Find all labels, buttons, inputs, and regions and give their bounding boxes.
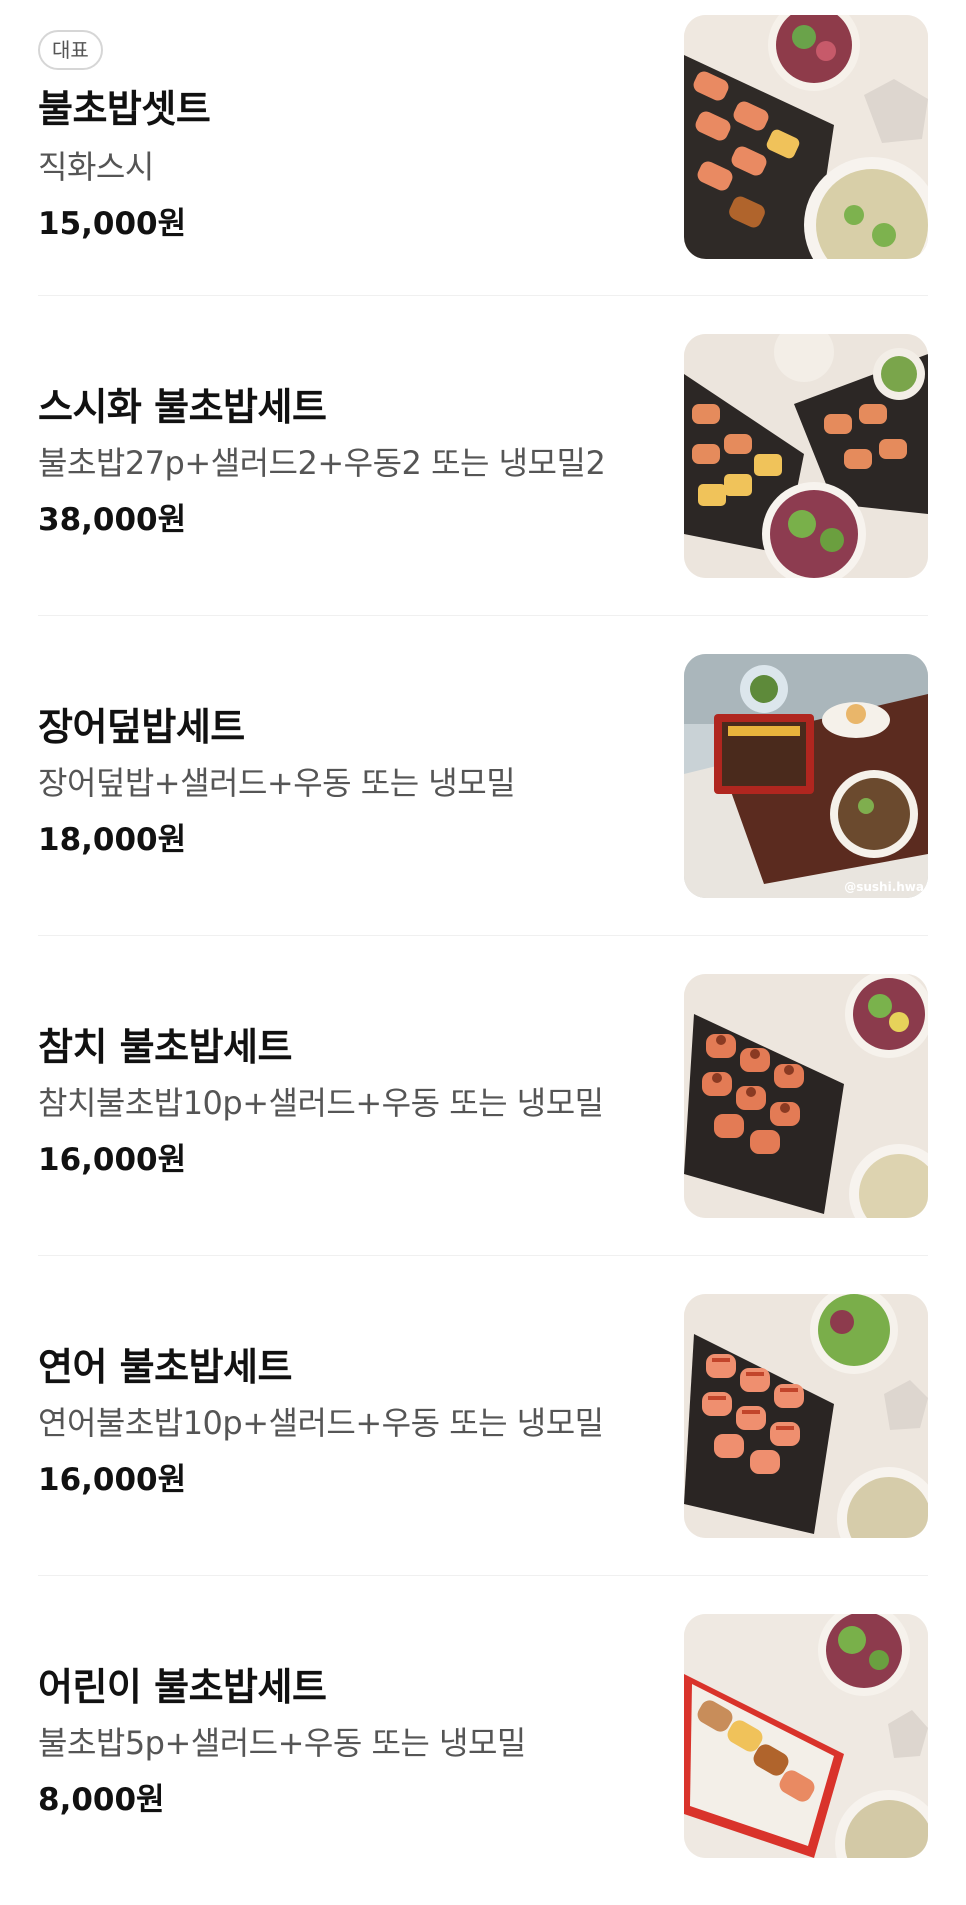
- menu-item-name: 불초밥셋트: [38, 87, 211, 131]
- menu-item-description: 장어덮밥+샐러드+우동 또는 냉모밀: [38, 764, 516, 802]
- menu-item-price: 8,000원: [38, 1782, 165, 1818]
- menu-item-photo: @sushi.hwa: [684, 654, 928, 898]
- menu-item-photo: [684, 974, 928, 1218]
- menu-item-price: 16,000원: [38, 1142, 187, 1178]
- menu-item-salmon-set[interactable]: 연어 불초밥세트 연어불초밥10p+샐러드+우동 또는 냉모밀 16,000원: [38, 1256, 928, 1576]
- menu-item-price: 18,000원: [38, 822, 187, 858]
- menu-item-sushihwa-set[interactable]: 스시화 불초밥세트 불초밥27p+샐러드2+우동2 또는 냉모밀2 38,000…: [38, 296, 928, 616]
- signature-badge: 대표: [38, 30, 103, 70]
- menu-item-photo: [684, 334, 928, 578]
- menu-item-description: 불초밥27p+샐러드2+우동2 또는 냉모밀2: [38, 444, 606, 482]
- menu-item-name: 참치 불초밥세트: [38, 1025, 292, 1069]
- menu-item-kids-set[interactable]: 어린이 불초밥세트 불초밥5p+샐러드+우동 또는 냉모밀 8,000원: [38, 1576, 928, 1896]
- menu-item-description: 불초밥5p+샐러드+우동 또는 냉모밀: [38, 1724, 526, 1762]
- menu-item-photo: [684, 1294, 928, 1538]
- menu-item-bulchobap-set[interactable]: 대표 불초밥셋트 직화스시 15,000원: [38, 0, 928, 296]
- menu-item-name: 스시화 불초밥세트: [38, 385, 327, 429]
- menu-item-description: 직화스시: [38, 148, 154, 186]
- menu-item-price: 38,000원: [38, 502, 187, 538]
- menu-item-photo: [684, 1614, 928, 1858]
- menu-item-price: 16,000원: [38, 1462, 187, 1498]
- menu-item-description: 연어불초밥10p+샐러드+우동 또는 냉모밀: [38, 1404, 604, 1442]
- menu-item-photo: [684, 15, 928, 259]
- menu-item-name: 어린이 불초밥세트: [38, 1665, 327, 1709]
- menu-item-name: 장어덮밥세트: [38, 705, 245, 749]
- menu-item-tuna-set[interactable]: 참치 불초밥세트 참치불초밥10p+샐러드+우동 또는 냉모밀 16,000원: [38, 936, 928, 1256]
- photo-watermark: @sushi.hwa: [844, 880, 924, 894]
- menu-item-description: 참치불초밥10p+샐러드+우동 또는 냉모밀: [38, 1084, 604, 1122]
- menu-item-price: 15,000원: [38, 206, 187, 242]
- menu-item-name: 연어 불초밥세트: [38, 1345, 292, 1389]
- menu-item-eel-rice-set[interactable]: 장어덮밥세트 장어덮밥+샐러드+우동 또는 냉모밀 18,000원 @sushi…: [38, 616, 928, 936]
